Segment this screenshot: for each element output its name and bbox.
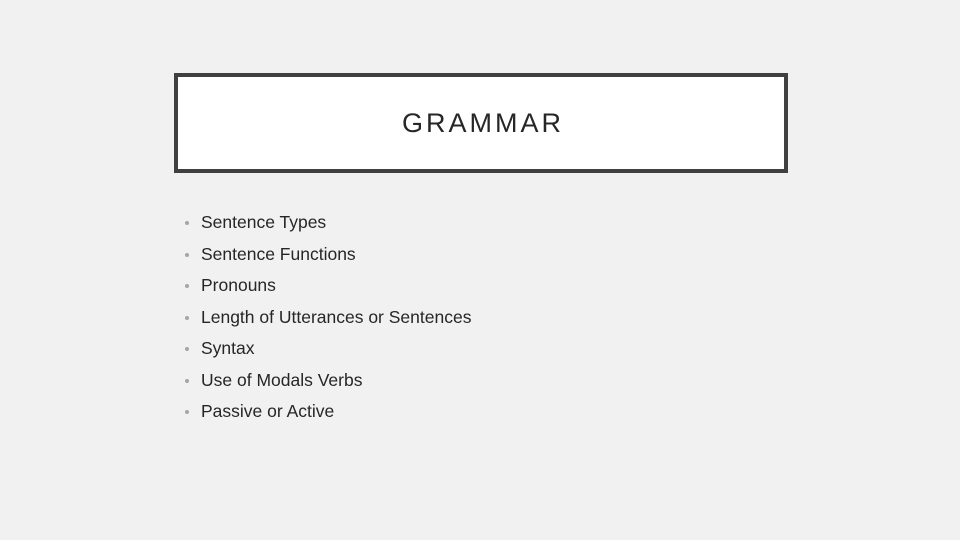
bullet-text: Length of Utterances or Sentences bbox=[201, 306, 472, 327]
bullet-text: Sentence Functions bbox=[201, 243, 356, 264]
bullet-text: Passive or Active bbox=[201, 401, 335, 421]
bullet-item: Sentence Functions bbox=[183, 243, 471, 275]
bullet-item: Syntax bbox=[183, 337, 471, 369]
bullet-text: Pronouns bbox=[201, 275, 276, 295]
bullet-item: Length of Utterances or Sentences bbox=[183, 306, 471, 338]
bullet-item: Passive or Active bbox=[183, 400, 471, 432]
bullet-text: Use of Modals Verbs bbox=[201, 369, 363, 390]
bullet-text: Sentence Types bbox=[201, 212, 327, 232]
bullet-item: Use of Modals Verbs bbox=[183, 369, 471, 401]
title-box: GRAMMAR bbox=[174, 73, 788, 173]
bullet-item: Pronouns bbox=[183, 274, 471, 306]
slide-title: GRAMMAR bbox=[402, 107, 564, 138]
bullet-text: Syntax bbox=[201, 338, 255, 358]
bullet-dot-icon bbox=[185, 347, 189, 351]
bullet-dot-icon bbox=[185, 378, 189, 383]
bullet-item: Sentence Types bbox=[183, 211, 471, 243]
bullet-dot-icon bbox=[185, 410, 189, 414]
bullet-dot-icon bbox=[185, 252, 189, 257]
bullet-list: Sentence Types Sentence Functions Pronou… bbox=[183, 211, 471, 432]
bullet-dot-icon bbox=[185, 315, 189, 320]
bullet-dot-icon bbox=[185, 221, 189, 225]
bullet-dot-icon bbox=[185, 284, 189, 288]
